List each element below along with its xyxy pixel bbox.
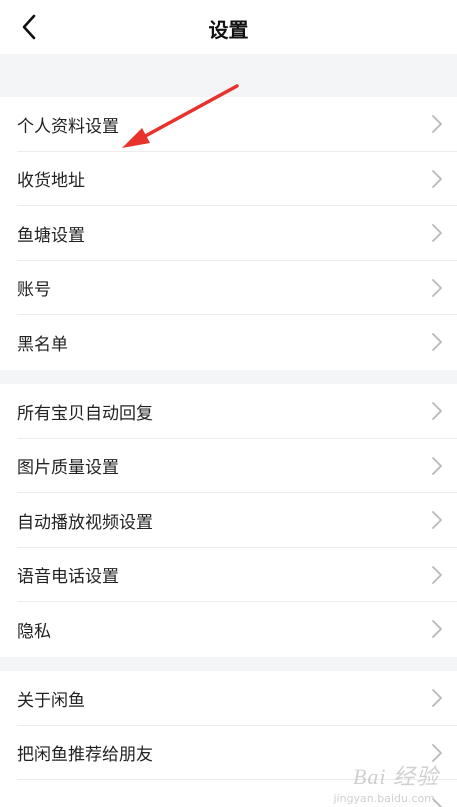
settings-item-privacy[interactable]: 隐私 xyxy=(0,602,457,657)
settings-item-account[interactable]: 账号 xyxy=(0,261,457,316)
settings-item-label: 个人资料设置 xyxy=(17,116,119,137)
chevron-right-icon xyxy=(432,115,442,134)
chevron-right-icon xyxy=(432,456,442,475)
settings-item-label: 收货地址 xyxy=(17,171,85,192)
settings-item-blacklist[interactable]: 黑名单 xyxy=(0,315,457,370)
settings-page: 设置 个人资料设置 收货地址 鱼塘设置 账号 黑名单 所有宝贝自动回复 图片质量… xyxy=(0,0,457,807)
chevron-right-icon xyxy=(432,169,442,188)
settings-item-label: 语音电话设置 xyxy=(17,567,119,588)
settings-item-label: 把闲鱼推荐给朋友 xyxy=(17,745,153,766)
chevron-right-icon xyxy=(432,620,442,639)
settings-item-fishpond[interactable]: 鱼塘设置 xyxy=(0,206,457,261)
chevron-right-icon xyxy=(432,402,442,421)
settings-item-label: 鱼塘设置 xyxy=(17,225,85,246)
settings-item-label: 自动播放视频设置 xyxy=(17,512,153,533)
chevron-right-icon xyxy=(432,224,442,243)
settings-item-label: 关于闲鱼 xyxy=(17,690,85,711)
page-title: 设置 xyxy=(208,18,249,42)
chevron-right-icon xyxy=(432,689,442,708)
settings-group-account: 个人资料设置 收货地址 鱼塘设置 账号 黑名单 xyxy=(0,97,457,370)
chevron-right-icon xyxy=(432,278,442,297)
settings-item-voice-call[interactable]: 语音电话设置 xyxy=(0,548,457,603)
watermark-url: jingyan.baidu.com xyxy=(333,792,435,805)
chevron-right-icon xyxy=(432,511,442,530)
settings-item-label: 图片质量设置 xyxy=(17,458,119,479)
settings-item-auto-reply[interactable]: 所有宝贝自动回复 xyxy=(0,384,457,439)
settings-item-label: 隐私 xyxy=(17,621,51,642)
settings-item-label: 黑名单 xyxy=(17,334,68,355)
settings-item-about[interactable]: 关于闲鱼 xyxy=(0,671,457,726)
chevron-right-icon xyxy=(432,333,442,352)
settings-item-label: 所有宝贝自动回复 xyxy=(17,403,153,424)
settings-item-profile[interactable]: 个人资料设置 xyxy=(0,97,457,152)
chevron-right-icon xyxy=(432,565,442,584)
settings-group-preferences: 所有宝贝自动回复 图片质量设置 自动播放视频设置 语音电话设置 隐私 xyxy=(0,384,457,657)
settings-item-autoplay-video[interactable]: 自动播放视频设置 xyxy=(0,493,457,548)
settings-item-image-quality[interactable]: 图片质量设置 xyxy=(0,439,457,494)
nav-bar: 设置 xyxy=(0,0,457,54)
settings-item-label: 账号 xyxy=(17,280,51,301)
watermark-logo: Bai 经验 xyxy=(352,764,439,789)
settings-item-address[interactable]: 收货地址 xyxy=(0,152,457,207)
